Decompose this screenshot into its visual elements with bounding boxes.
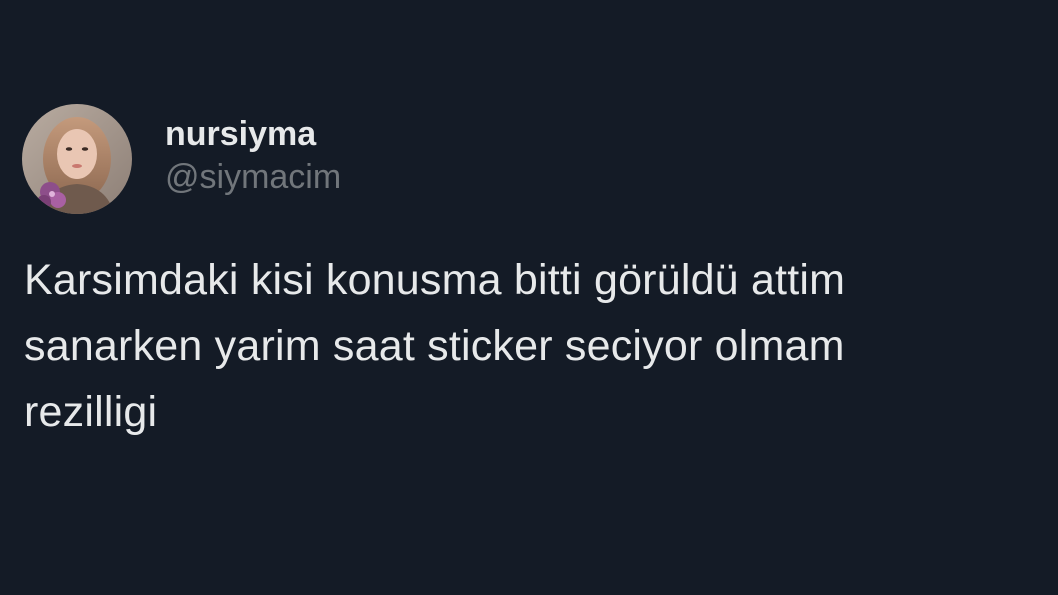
profile-photo-icon [22,104,132,214]
tweet-header: nursiyma @siymacim [22,103,341,215]
tweet-text: Karsimdaki kisi konusma bitti görüldü at… [24,256,846,436]
user-handle[interactable]: @siymacim [165,155,341,199]
author-names: nursiyma @siymacim [165,113,341,199]
display-name[interactable]: nursiyma [165,113,341,155]
avatar[interactable] [22,104,132,214]
tweet-card: nursiyma @siymacim Karsimdaki kisi konus… [0,0,1058,595]
